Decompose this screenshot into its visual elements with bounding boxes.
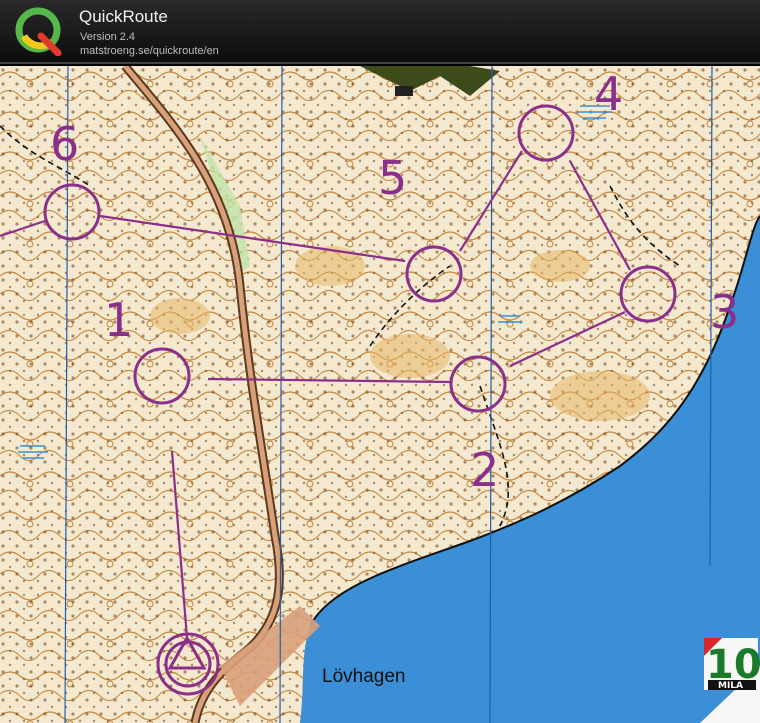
control-number-6: 6 <box>50 117 79 171</box>
mila-badge: 10 MILA <box>704 638 760 691</box>
mila-badge-label: MILA <box>718 681 743 691</box>
control-number-4: 4 <box>594 67 623 121</box>
control-number-1: 1 <box>104 293 133 347</box>
app-url[interactable]: matstroeng.se/quickroute/en <box>80 45 219 57</box>
control-number-2: 2 <box>470 443 499 497</box>
control-number-3: 3 <box>710 285 739 339</box>
title-bar: QuickRoute Version 2.4 matstroeng.se/qui… <box>0 0 760 64</box>
app-title: QuickRoute <box>79 7 168 26</box>
quickroute-logo-icon <box>15 7 62 56</box>
app-version: Version 2.4 <box>80 31 136 43</box>
map-canvas[interactable]: 1 2 3 4 5 6 Lövhagen 10 MILA <box>0 66 760 723</box>
place-name: Lövhagen <box>322 666 405 687</box>
control-number-5: 5 <box>378 151 407 205</box>
orienteering-map[interactable]: 1 2 3 4 5 6 Lövhagen 10 MILA <box>0 66 760 723</box>
